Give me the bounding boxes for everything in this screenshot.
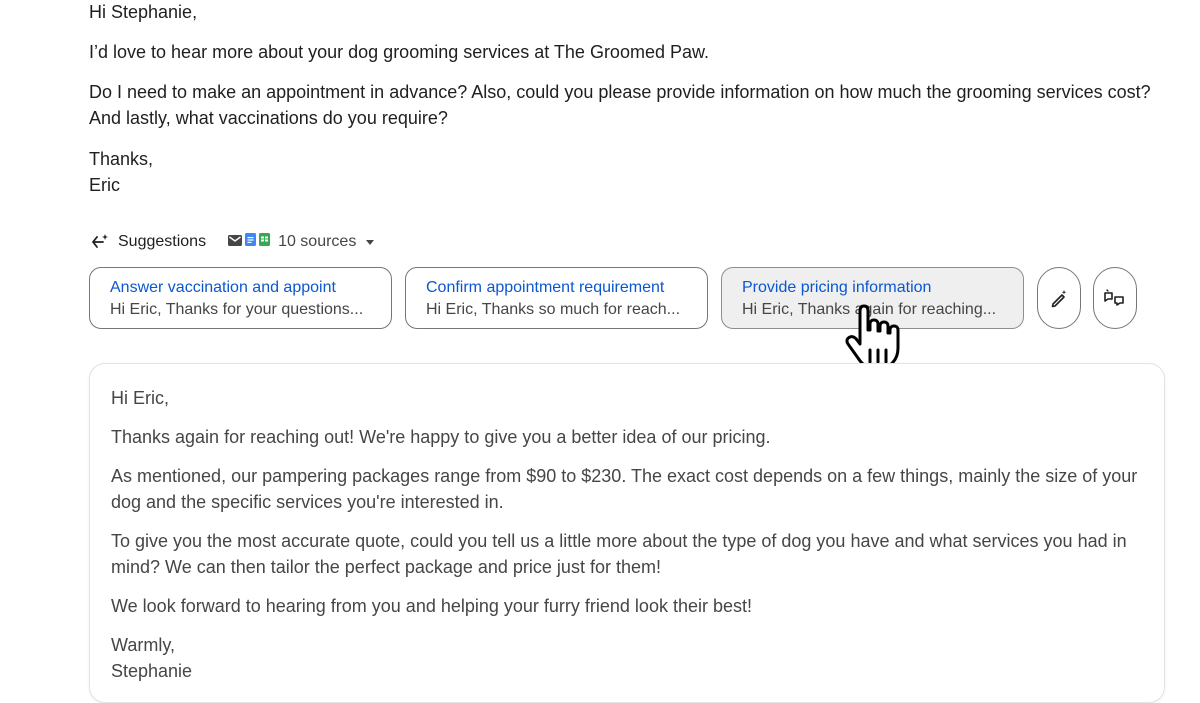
chevron-down-icon[interactable] xyxy=(366,239,375,245)
email-signoff: Thanks, xyxy=(89,149,154,169)
reply-signoff: Warmly, xyxy=(111,635,175,655)
reply-paragraph: We look forward to hearing from you and … xyxy=(111,596,752,616)
chip-title: Answer vaccination and appoint xyxy=(110,279,336,296)
reply-paragraph: To give you the most accurate quote, cou… xyxy=(111,531,1127,577)
chip-title: Provide pricing information xyxy=(742,279,932,296)
generated-reply-panel[interactable]: Hi Eric, Thanks again for reaching out! … xyxy=(89,363,1165,703)
sheets-icon xyxy=(259,233,271,251)
sources-icons xyxy=(228,233,271,251)
email-paragraph: I’d love to hear more about your dog gro… xyxy=(89,42,709,62)
reply-sender-name: Stephanie xyxy=(111,661,193,681)
reply-paragraph: As mentioned, our pampering packages ran… xyxy=(111,466,1138,512)
gmail-icon xyxy=(228,233,243,251)
email-signature: Thanks, Eric xyxy=(89,146,153,198)
chip-title: Confirm appointment requirement xyxy=(426,279,665,296)
suggestion-chip-appointment[interactable]: Confirm appointment requirement Hi Eric,… xyxy=(405,267,708,329)
docs-icon xyxy=(245,233,257,251)
refine-icon xyxy=(1104,289,1124,306)
email-greeting: Hi Stephanie, xyxy=(89,2,198,22)
sources-dropdown[interactable]: 10 sources xyxy=(278,233,356,251)
sparkle-reply-icon xyxy=(92,234,108,248)
email-sender-name: Eric xyxy=(89,175,120,195)
refine-button[interactable] xyxy=(1093,267,1137,329)
reply-paragraph: Thanks again for reaching out! We're hap… xyxy=(111,427,771,447)
suggestion-chip-vaccination[interactable]: Answer vaccination and appoint Hi Eric, … xyxy=(89,267,392,329)
magic-pen-button[interactable] xyxy=(1037,267,1081,329)
reply-greeting: Hi Eric, xyxy=(111,388,169,408)
reply-signature: Warmly, Stephanie xyxy=(111,632,1151,684)
email-paragraph: Do I need to make an appointment in adva… xyxy=(89,82,1151,128)
suggestions-header: Suggestions 10 sources xyxy=(90,230,375,254)
chip-preview: Hi Eric, Thanks so much for reach... xyxy=(426,301,681,318)
magic-pen-icon xyxy=(1051,290,1067,308)
pointer-hand-icon xyxy=(845,304,900,370)
suggestions-label: Suggestions xyxy=(118,233,207,250)
chip-preview: Hi Eric, Thanks for your questions... xyxy=(110,301,364,318)
